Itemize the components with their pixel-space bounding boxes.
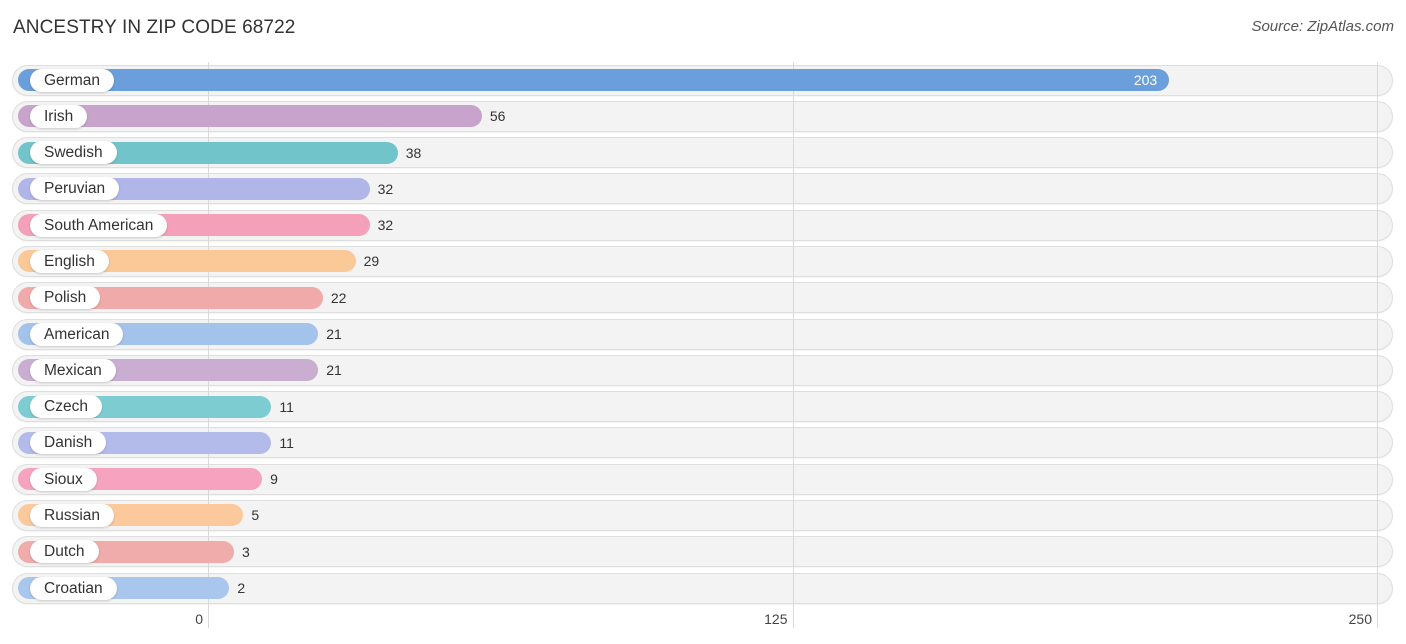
category-label: Peruvian: [30, 177, 120, 201]
category-label: Irish: [30, 104, 88, 128]
category-label: German: [30, 68, 114, 92]
x-tick-label: 0: [195, 611, 203, 627]
category-label: Russian: [30, 503, 114, 527]
value-label: 56: [489, 108, 506, 125]
value-label: 5: [251, 507, 260, 524]
category-label: Sioux: [30, 467, 97, 491]
gridline-125: [793, 62, 794, 628]
category-label: South American: [30, 213, 168, 237]
value-label: 21: [326, 362, 342, 379]
category-label: Croatian: [30, 576, 117, 600]
value-label: 32: [377, 217, 394, 234]
value-label: 38: [405, 144, 422, 161]
category-label: Mexican: [30, 358, 116, 382]
value-label: 29: [363, 253, 380, 270]
category-label: English: [30, 249, 109, 273]
value-label: 11: [279, 398, 294, 415]
category-label: Danish: [30, 431, 107, 455]
category-label: Dutch: [30, 540, 99, 564]
category-label: Czech: [30, 395, 102, 419]
category-label: Polish: [30, 286, 101, 310]
category-label: American: [30, 322, 124, 346]
bar-irish[interactable]: [18, 105, 482, 128]
value-label: 203: [1133, 72, 1158, 88]
x-tick-label: 250: [1348, 611, 1372, 627]
value-label: 32: [377, 180, 394, 197]
x-tick-label: 125: [764, 611, 788, 627]
gridline-250: [1377, 62, 1378, 628]
bar-chart: 0 125 250 German 203 Irish 56 Swedish 38 Peruvian…: [0, 0, 1406, 644]
value-label: 11: [279, 434, 294, 451]
value-label: 3: [242, 543, 250, 560]
bar-german[interactable]: [18, 69, 1170, 91]
value-label: 22: [330, 289, 347, 306]
value-label: 9: [270, 471, 278, 488]
value-label: 2: [237, 580, 246, 597]
value-label: 21: [326, 326, 342, 343]
category-label: Swedish: [30, 141, 117, 165]
